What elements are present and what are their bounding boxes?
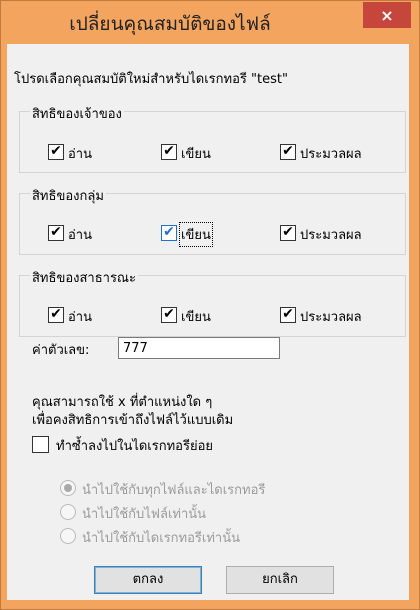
checkmark-icon: ✔ <box>282 143 294 159</box>
checkmark-icon: ✔ <box>50 143 62 159</box>
group-group-label: สิทธิของกลุ่ม <box>30 185 106 206</box>
group-write-checkbox[interactable]: ✔ <box>161 225 177 241</box>
checkmark-icon: ✔ <box>163 224 175 240</box>
apply-all-label[interactable]: นำไปใช้กับทุกไฟล์และไดเรกทอรี <box>82 479 265 500</box>
window-title: เปลี่ยนคุณสมบัติของไฟล์ <box>69 13 271 35</box>
apply-dirs-label[interactable]: นำไปใช้กับไดเรกทอรีเท่านั้น <box>82 527 240 548</box>
title-bar[interactable]: เปลี่ยนคุณสมบัติของไฟล์ × <box>1 1 419 45</box>
hint-line-2: เพื่อคงสิทธิการเข้าถึงไฟล์ไว้แบบเดิม <box>32 413 234 428</box>
public-write-label[interactable]: เขียน <box>181 306 211 327</box>
numeric-value-input[interactable]: 777 <box>118 337 280 359</box>
checkmark-icon: ✔ <box>163 143 175 159</box>
numeric-value-label: ค่าตัวเลข: <box>32 343 90 358</box>
checkmark-icon: ✔ <box>50 224 62 240</box>
group-write-label[interactable]: เขียน <box>179 222 213 247</box>
checkmark-icon: ✔ <box>282 224 294 240</box>
owner-write-checkbox[interactable]: ✔ <box>161 144 177 160</box>
cancel-button[interactable]: ยกเลิก <box>226 566 334 594</box>
apply-all-radio[interactable] <box>60 480 76 496</box>
checkmark-icon: ✔ <box>163 306 175 322</box>
apply-dirs-radio[interactable] <box>60 528 76 544</box>
checkmark-icon: ✔ <box>282 306 294 322</box>
owner-read-label[interactable]: อ่าน <box>68 143 92 164</box>
owner-group-label: สิทธิของเจ้าของ <box>30 103 124 124</box>
group-read-label[interactable]: อ่าน <box>68 224 92 245</box>
owner-execute-checkbox[interactable]: ✔ <box>280 144 296 160</box>
public-write-checkbox[interactable]: ✔ <box>161 307 177 323</box>
apply-files-radio[interactable] <box>60 504 76 520</box>
close-button[interactable]: × <box>363 2 411 28</box>
checkmark-icon: ✔ <box>50 306 62 322</box>
public-execute-label[interactable]: ประมวลผล <box>300 306 362 327</box>
radio-dot <box>64 484 72 492</box>
prompt-text: โปรดเลือกคุณสมบัติใหม่สำหรับไดเรกทอรี "t… <box>14 72 288 87</box>
apply-files-label[interactable]: นำไปใช้กับไฟล์เท่านั้น <box>82 503 206 524</box>
group-read-checkbox[interactable]: ✔ <box>48 225 64 241</box>
owner-execute-label[interactable]: ประมวลผล <box>300 143 362 164</box>
public-read-label[interactable]: อ่าน <box>68 306 92 327</box>
close-icon: × <box>380 5 394 25</box>
ok-button[interactable]: ตกลง <box>94 566 202 594</box>
public-execute-checkbox[interactable]: ✔ <box>280 307 296 323</box>
group-execute-label[interactable]: ประมวลผล <box>300 224 362 245</box>
owner-read-checkbox[interactable]: ✔ <box>48 144 64 160</box>
public-read-checkbox[interactable]: ✔ <box>48 307 64 323</box>
recursive-label[interactable]: ทำซ้ำลงไปในไดเรกทอรีย่อย <box>56 435 213 456</box>
group-execute-checkbox[interactable]: ✔ <box>280 225 296 241</box>
public-group-label: สิทธิของสาธารณะ <box>30 267 138 288</box>
owner-write-label[interactable]: เขียน <box>181 143 211 164</box>
recursive-checkbox[interactable] <box>32 436 49 453</box>
